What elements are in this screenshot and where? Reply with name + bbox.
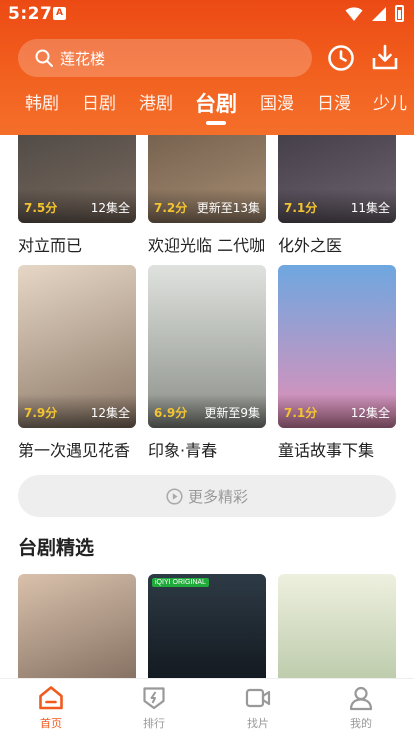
- episode-badge: 11集全: [350, 201, 390, 215]
- tab-hk-drama[interactable]: 港剧: [139, 88, 173, 124]
- episode-badge: 12集全: [90, 201, 130, 215]
- tab-korean-drama[interactable]: 韩剧: [25, 88, 59, 124]
- history-icon[interactable]: [326, 43, 356, 73]
- nav-ranking[interactable]: 排行: [119, 685, 189, 731]
- featured-card[interactable]: [278, 574, 396, 678]
- drama-card[interactable]: 7.9分 12集全 第一次遇见花香: [18, 265, 136, 461]
- profile-icon: [349, 686, 373, 711]
- tab-japanese-anime[interactable]: 日漫: [317, 88, 351, 124]
- video-icon: [245, 688, 271, 708]
- nav-discover-label: 找片: [247, 717, 269, 730]
- drama-card[interactable]: 6.9分 更新至9集 印象·青春: [148, 265, 266, 461]
- section-title: 台剧精选: [18, 537, 95, 559]
- poster-image: 7.1分 11集全: [278, 135, 396, 223]
- card-title: 第一次遇见花香: [18, 441, 131, 460]
- search-bar[interactable]: 莲花楼: [18, 39, 312, 77]
- card-title: 欢迎光临 二代咖: [148, 236, 266, 255]
- drama-card[interactable]: 7.5分 12集全 对立而已: [18, 135, 136, 256]
- nav-profile-label: 我的: [350, 717, 372, 730]
- tab-japanese-drama[interactable]: 日剧: [82, 88, 116, 124]
- nav-profile[interactable]: 我的: [326, 685, 396, 731]
- status-indicators: [345, 5, 404, 22]
- poster-image: [18, 574, 136, 678]
- rating: 6.9分: [154, 406, 188, 420]
- active-tab-indicator: [206, 121, 226, 125]
- more-button-label: 更多精彩: [187, 487, 248, 506]
- poster-image: 7.9分 12集全: [18, 265, 136, 428]
- app-header: 5:27 A 莲花楼 | 韩剧 日剧 港剧 台剧 国漫 日漫 少儿: [0, 0, 414, 135]
- tab-chinese-anime[interactable]: 国漫: [260, 88, 294, 124]
- rating: 7.9分: [24, 406, 58, 420]
- more-button[interactable]: 更多精彩: [18, 475, 396, 517]
- download-icon[interactable]: [370, 43, 400, 73]
- featured-card[interactable]: [18, 574, 136, 678]
- nav-ranking-label: 排行: [143, 717, 165, 730]
- drama-card[interactable]: 7.1分 11集全 化外之医: [278, 135, 396, 256]
- episode-badge: 12集全: [90, 406, 130, 420]
- drama-card[interactable]: 7.2分 更新至13集 欢迎光临 二代咖: [148, 135, 266, 256]
- drama-card[interactable]: 7.1分 12集全 童话故事下集: [278, 265, 396, 461]
- wifi-icon: [345, 6, 363, 21]
- poster-image: iQIYI ORIGINAL: [148, 574, 266, 678]
- signal-icon: [372, 6, 386, 21]
- rating: 7.2分: [154, 201, 188, 215]
- play-circle-icon: [166, 487, 183, 505]
- bottom-navigation: 首页 排行 找片 我的: [0, 678, 414, 736]
- poster-image: [278, 574, 396, 678]
- search-icon: [35, 49, 53, 67]
- status-bar: 5:27 A: [0, 0, 414, 30]
- episode-badge: 更新至9集: [204, 406, 260, 420]
- category-tabs: | 韩剧 日剧 港剧 台剧 国漫 日漫 少儿: [0, 88, 414, 128]
- ranking-icon: [143, 687, 165, 710]
- featured-card[interactable]: iQIYI ORIGINAL: [148, 574, 266, 678]
- poster-image: 7.5分 12集全: [18, 135, 136, 223]
- rating: 7.1分: [284, 406, 318, 420]
- notification-app-icon: A: [53, 7, 66, 20]
- poster-image: 7.2分 更新至13集: [148, 135, 266, 223]
- content-area: 7.5分 12集全 对立而已 7.2分 更新至13集 欢迎光临 二代咖 7.1分…: [0, 135, 414, 678]
- poster-image: 7.1分 12集全: [278, 265, 396, 428]
- card-title: 童话故事下集: [278, 441, 375, 460]
- episode-badge: 12集全: [350, 406, 390, 420]
- nav-home[interactable]: 首页: [16, 685, 86, 731]
- status-time: 5:27: [8, 4, 53, 24]
- rating: 7.1分: [284, 201, 318, 215]
- search-query: 莲花楼: [60, 49, 106, 68]
- nav-home-label: 首页: [40, 717, 62, 730]
- home-icon: [39, 686, 63, 710]
- tab-taiwan-drama[interactable]: 台剧: [195, 88, 237, 124]
- card-title: 化外之医: [278, 236, 343, 255]
- poster-image: 6.9分 更新至9集: [148, 265, 266, 428]
- rating: 7.5分: [24, 201, 58, 215]
- iqiyi-original-tag: iQIYI ORIGINAL: [152, 578, 209, 587]
- tab-kids[interactable]: 少儿: [373, 88, 407, 124]
- card-title: 对立而已: [18, 236, 83, 255]
- nav-discover[interactable]: 找片: [223, 685, 293, 731]
- episode-badge: 更新至13集: [196, 201, 260, 215]
- card-title: 印象·青春: [148, 441, 218, 460]
- battery-icon: [395, 5, 404, 22]
